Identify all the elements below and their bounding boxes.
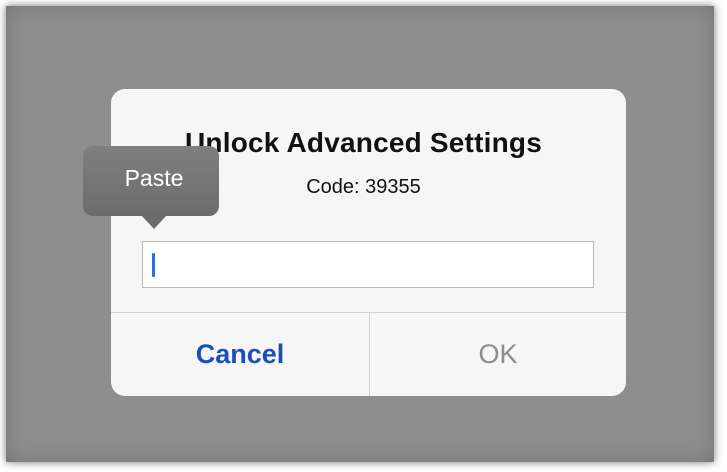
paste-popup-arrow [141, 215, 167, 229]
cancel-button[interactable]: Cancel [111, 313, 369, 396]
text-caret [152, 253, 155, 277]
code-input-field[interactable] [142, 241, 594, 288]
paste-button[interactable]: Paste [83, 165, 225, 192]
ok-button[interactable]: OK [370, 313, 626, 396]
